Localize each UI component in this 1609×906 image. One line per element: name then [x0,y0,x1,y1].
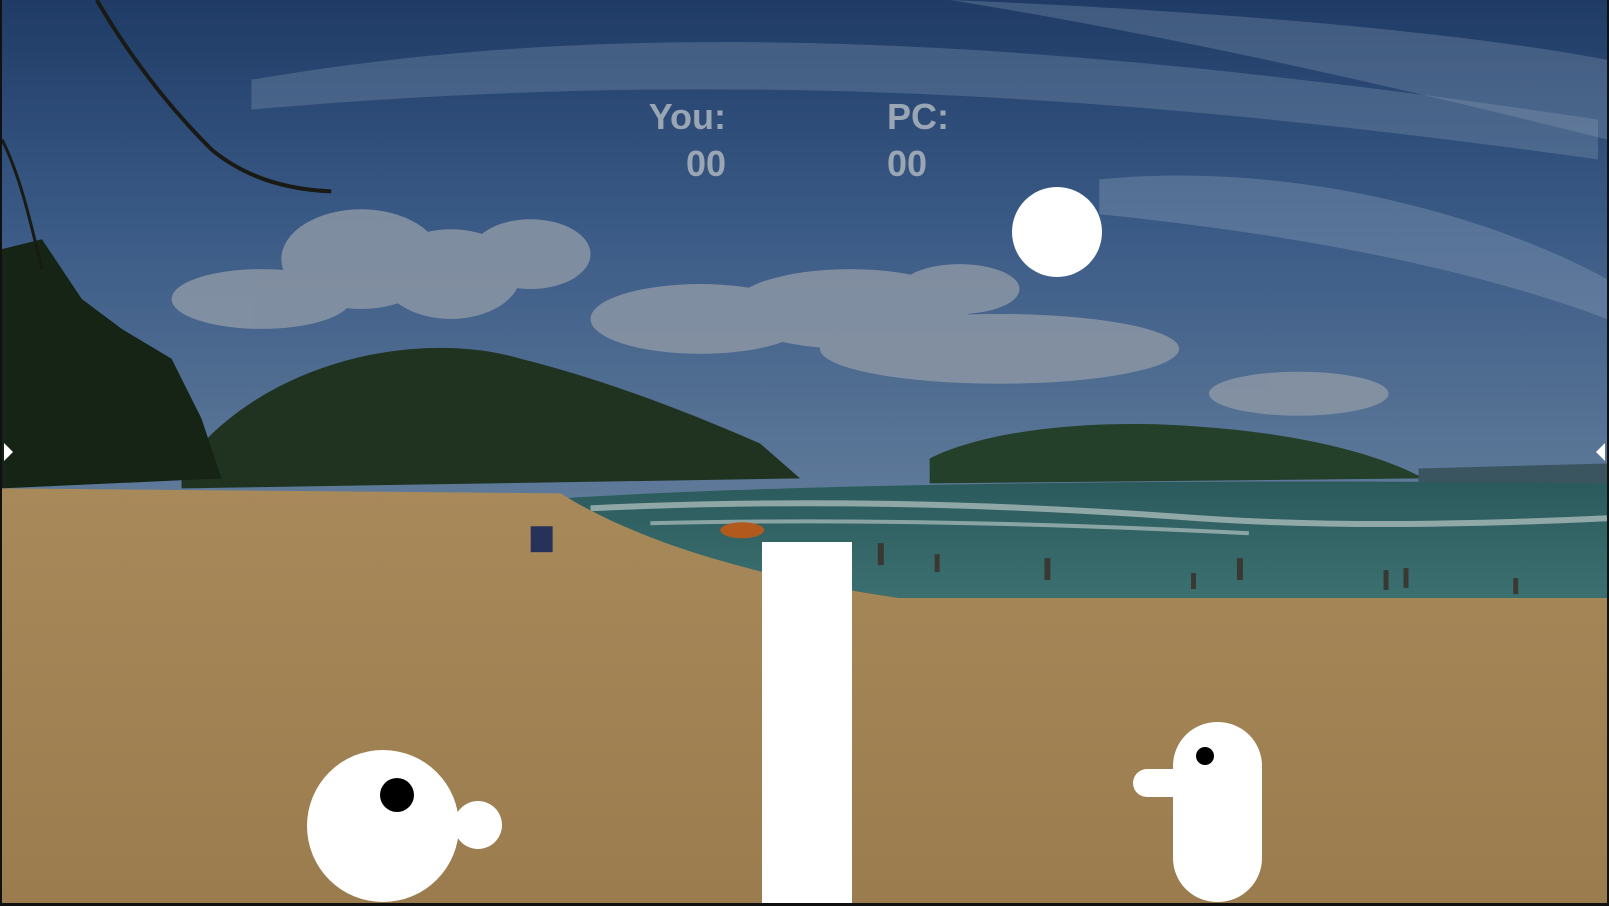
pc-eye [1196,747,1214,765]
player-eye [380,778,414,812]
pc-beak [1133,769,1193,797]
triangle-left-icon [1596,443,1605,461]
pc-blob [1173,722,1262,902]
player-nose [454,801,502,849]
net [762,542,852,903]
pc-score-value: 00 [887,143,928,184]
pc-score: PC: 00 [887,93,1007,187]
player-score-value: 00 [685,143,726,184]
game-canvas[interactable]: You: 00 PC: 00 [0,0,1609,906]
triangle-right-icon [4,443,13,461]
ball [1012,187,1102,277]
player-blob[interactable] [307,750,459,902]
player-score-label: You: [648,96,726,137]
player-score: You: 00 [622,93,726,187]
pc-score-label: PC: [887,96,949,137]
